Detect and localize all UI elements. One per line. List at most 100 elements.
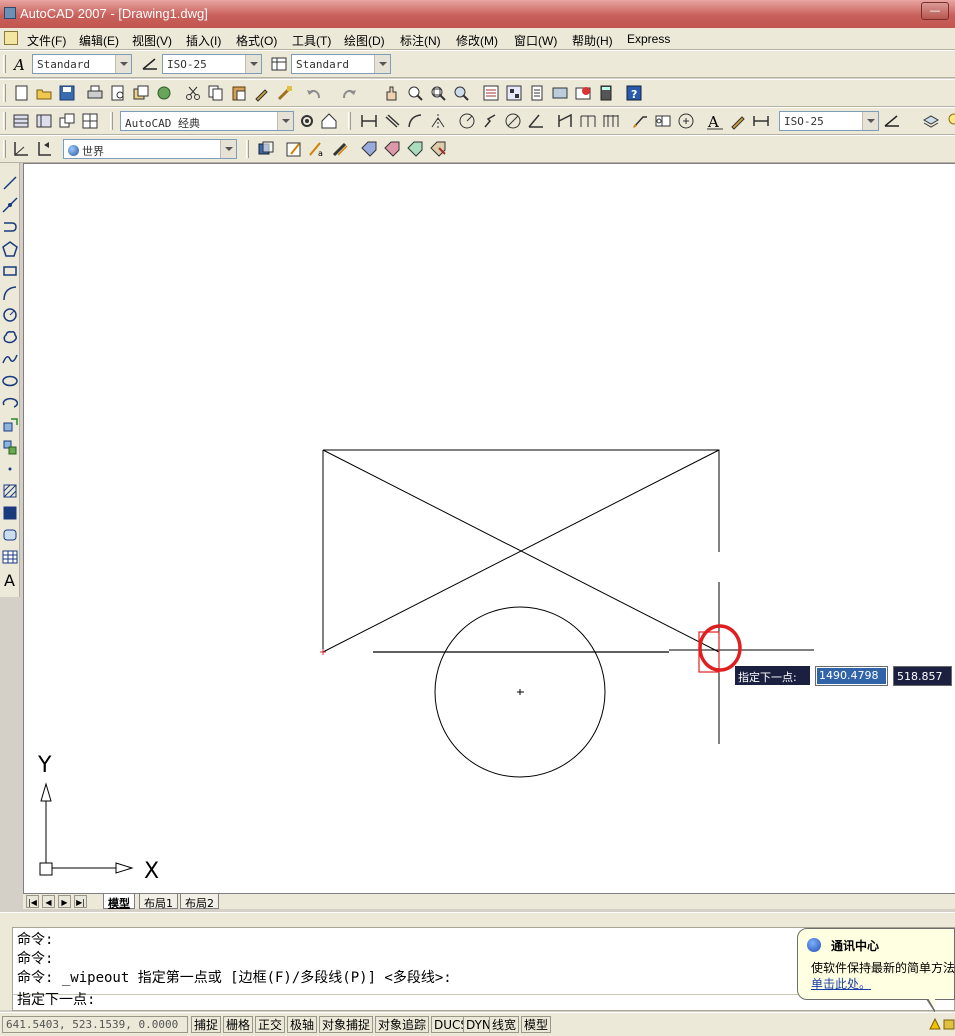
tag-select-icon[interactable] xyxy=(360,140,378,158)
table-icon[interactable] xyxy=(2,549,18,565)
chevron-down-icon[interactable] xyxy=(862,112,878,130)
publish-icon[interactable] xyxy=(132,84,150,102)
dimension-style-manager-icon[interactable] xyxy=(883,112,901,130)
dimension-text-edit-icon[interactable] xyxy=(729,112,747,130)
next-tab-button[interactable]: ▶ xyxy=(58,895,71,908)
dim-style-select[interactable]: ISO-25 xyxy=(162,54,262,74)
angular-dimension-icon[interactable] xyxy=(527,112,545,130)
zoom-previous-icon[interactable] xyxy=(452,84,470,102)
help-icon[interactable]: ? xyxy=(625,84,643,102)
toolbar-grip[interactable] xyxy=(3,140,6,158)
construction-line-icon[interactable] xyxy=(2,197,18,213)
first-tab-button[interactable]: |◀ xyxy=(26,895,39,908)
linear-dimension-icon[interactable] xyxy=(360,112,378,130)
dimension-style-select[interactable]: ISO-25 xyxy=(779,111,879,131)
line-icon[interactable] xyxy=(2,175,18,191)
zoom-window-icon[interactable] xyxy=(429,84,447,102)
center-mark-icon[interactable] xyxy=(677,112,695,130)
tab-layout1[interactable]: 布局1 xyxy=(139,894,178,910)
paste-icon[interactable] xyxy=(230,84,248,102)
circle-icon[interactable] xyxy=(2,307,18,323)
layer-state-icon[interactable] xyxy=(35,112,53,130)
point-icon[interactable] xyxy=(2,461,18,477)
toolbar-grip[interactable] xyxy=(3,84,6,102)
previous-tab-button[interactable]: ◀ xyxy=(42,895,55,908)
toggle-ortho[interactable]: 正交 xyxy=(255,1016,286,1033)
arc-icon[interactable] xyxy=(2,285,18,301)
tool-palettes-icon[interactable] xyxy=(528,84,546,102)
insert-block-icon[interactable] xyxy=(2,417,18,433)
dimension-edit-icon[interactable]: A xyxy=(706,112,724,131)
warning-icon[interactable] xyxy=(929,1017,941,1030)
region-icon[interactable] xyxy=(2,527,18,543)
ellipse-icon[interactable] xyxy=(2,373,18,389)
workspace-home-icon[interactable] xyxy=(320,112,338,130)
communication-center-balloon[interactable]: 通讯中心 使软件保持最新的简单方法 单击此处。 xyxy=(797,928,955,1000)
print-preview-icon[interactable] xyxy=(109,84,127,102)
autocad-app-icon[interactable] xyxy=(4,7,16,19)
save-icon[interactable] xyxy=(58,84,76,102)
workspace-settings-icon[interactable] xyxy=(298,112,316,130)
baseline-dimension-icon[interactable] xyxy=(579,112,597,130)
dynamic-input-y-field[interactable]: 518.857 xyxy=(893,666,952,686)
linetype-icon[interactable]: a xyxy=(308,140,326,158)
ucs-icon[interactable] xyxy=(12,140,30,158)
spline-icon[interactable] xyxy=(2,351,18,367)
tray-settings-icon[interactable] xyxy=(943,1018,955,1030)
calculator-icon[interactable] xyxy=(597,84,615,102)
pan-icon[interactable] xyxy=(382,84,400,102)
coordinate-display[interactable]: 641.5403, 523.1539, 0.0000 xyxy=(2,1016,188,1033)
menu-format[interactable]: 格式(O) xyxy=(236,32,277,49)
rectangle-icon[interactable] xyxy=(2,263,18,279)
properties-icon[interactable] xyxy=(482,84,500,102)
table-style-select[interactable]: Standard xyxy=(291,54,391,74)
continue-dimension-icon[interactable] xyxy=(602,112,620,130)
drawing-surface[interactable]: X Y xyxy=(24,164,955,894)
menu-help[interactable]: 帮助(H) xyxy=(572,32,613,49)
menu-modify[interactable]: 修改(M) xyxy=(456,32,498,49)
viewport-icon[interactable] xyxy=(257,140,275,158)
ellipse-arc-icon[interactable] xyxy=(2,395,19,411)
toggle-lineweight[interactable]: 线宽 xyxy=(489,1016,520,1033)
text-style-select[interactable]: Standard xyxy=(32,54,132,74)
ordinate-dimension-icon[interactable] xyxy=(429,112,447,130)
multiline-text-icon[interactable]: A xyxy=(2,571,18,590)
radius-dimension-icon[interactable] xyxy=(458,112,476,130)
drawing-canvas[interactable]: X Y 指定下一点: 1490.4798 518.857 xyxy=(23,163,955,893)
open-file-icon[interactable] xyxy=(35,84,53,102)
ucs-previous-icon[interactable] xyxy=(35,140,53,158)
layers-icon[interactable] xyxy=(922,112,940,130)
copy-icon[interactable] xyxy=(207,84,225,102)
dimension-update-icon[interactable] xyxy=(752,112,770,130)
toolbar-grip[interactable] xyxy=(348,112,351,130)
match-properties-icon[interactable] xyxy=(253,84,271,102)
new-file-icon[interactable] xyxy=(12,84,30,102)
toolbar-grip[interactable] xyxy=(246,140,249,158)
aligned-dimension-icon[interactable] xyxy=(383,112,401,130)
menu-window[interactable]: 窗口(W) xyxy=(514,32,557,49)
revision-cloud-icon[interactable] xyxy=(2,329,18,345)
polygon-icon[interactable] xyxy=(2,241,18,257)
undo-icon[interactable] xyxy=(305,84,323,102)
toggle-polar[interactable]: 极轴 xyxy=(287,1016,318,1033)
diameter-dimension-icon[interactable] xyxy=(504,112,522,130)
arc-length-icon[interactable] xyxy=(406,112,424,130)
text-style-icon[interactable]: A xyxy=(12,55,30,74)
toolbar-grip[interactable] xyxy=(3,55,6,73)
quick-leader-icon[interactable] xyxy=(631,112,649,130)
gradient-icon[interactable] xyxy=(2,505,18,521)
tag-erase-icon[interactable] xyxy=(383,140,401,158)
markup-set-icon[interactable] xyxy=(574,84,592,102)
menu-insert[interactable]: 插入(I) xyxy=(186,32,221,49)
menu-tools[interactable]: 工具(T) xyxy=(292,32,331,49)
chevron-down-icon[interactable] xyxy=(277,112,293,130)
last-tab-button[interactable]: ▶| xyxy=(74,895,87,908)
lineweight-icon[interactable] xyxy=(331,140,349,158)
dim-style-icon[interactable] xyxy=(141,55,159,73)
workspace-select[interactable]: AutoCAD 经典 xyxy=(120,111,294,131)
tolerance-icon[interactable] xyxy=(654,112,672,130)
ucs-select[interactable]: 世界 xyxy=(63,139,237,159)
block-editor-icon[interactable] xyxy=(276,84,294,102)
balloon-link[interactable]: 单击此处。 xyxy=(811,975,871,992)
document-icon[interactable] xyxy=(4,31,18,45)
